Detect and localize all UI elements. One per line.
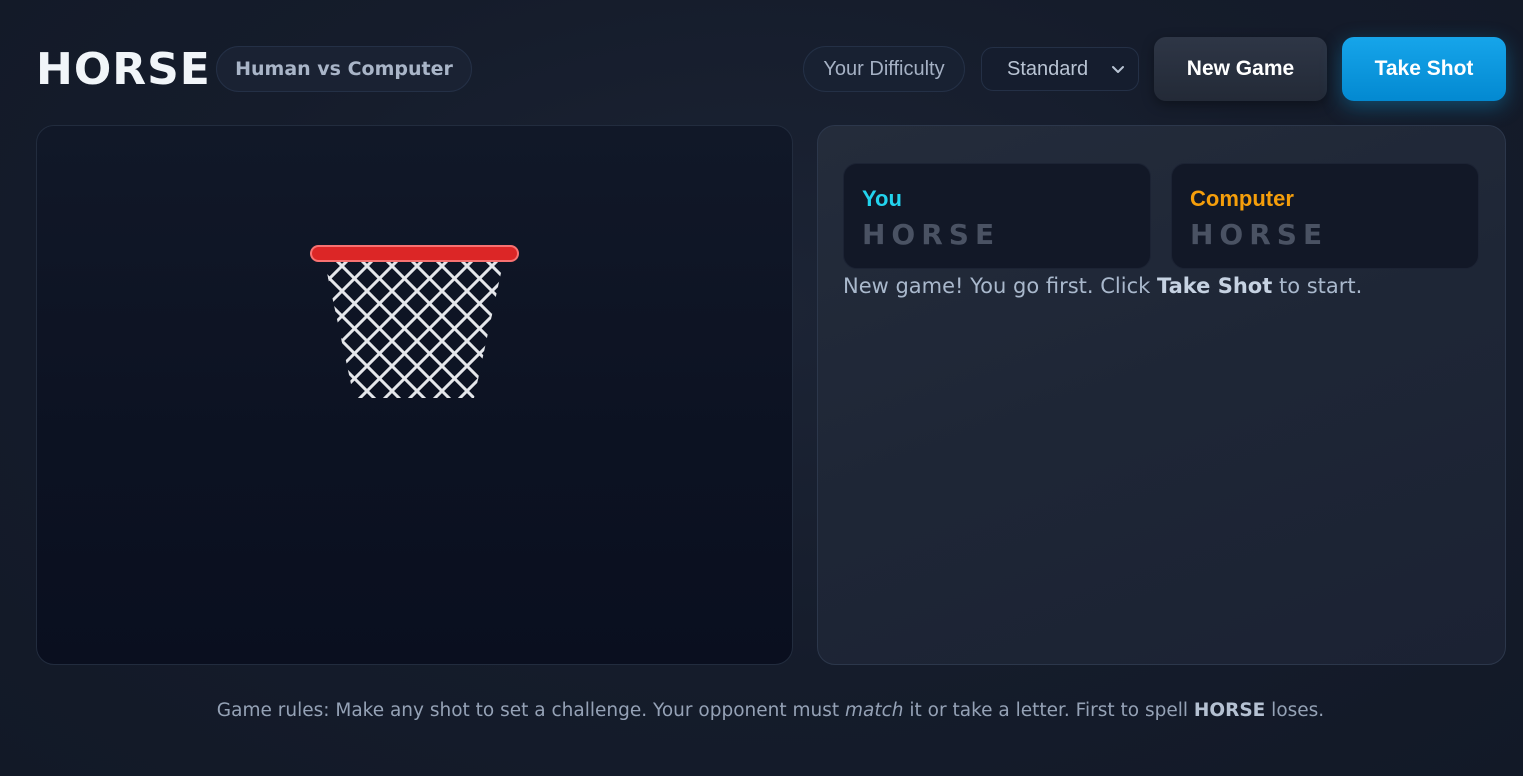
status-message: New game! You go first. Click Take Shot … bbox=[843, 274, 1362, 298]
rules-match: match bbox=[845, 700, 904, 721]
player-card-computer: Computer HORSE bbox=[1171, 163, 1479, 269]
mode-badge: Human vs Computer bbox=[216, 46, 472, 92]
rules-part3: loses. bbox=[1265, 700, 1325, 721]
rules-part2: it or take a letter. First to spell bbox=[903, 700, 1194, 721]
rules-horse: HORSE bbox=[1193, 700, 1266, 721]
status-suffix: to start. bbox=[1272, 274, 1363, 298]
player-card-you: You HORSE bbox=[843, 163, 1151, 269]
player-letters-computer: HORSE bbox=[1190, 218, 1329, 251]
basketball-hoop bbox=[310, 245, 519, 398]
game-title: HORSE bbox=[36, 44, 211, 95]
header: HORSE Human vs Computer Your Difficulty … bbox=[0, 0, 1523, 125]
difficulty-select[interactable]: Standard bbox=[981, 47, 1139, 91]
hoop-rim bbox=[310, 245, 519, 262]
game-rules: Game rules: Make any shot to set a chall… bbox=[0, 700, 1523, 721]
rules-part1: Game rules: Make any shot to set a chall… bbox=[216, 700, 845, 721]
difficulty-value: Standard bbox=[1007, 57, 1089, 80]
difficulty-label: Your Difficulty bbox=[803, 46, 965, 92]
new-game-button[interactable]: New Game bbox=[1154, 37, 1327, 101]
player-letters-you: HORSE bbox=[862, 218, 1001, 251]
chevron-down-icon bbox=[1112, 66, 1124, 73]
player-name-you: You bbox=[862, 186, 902, 211]
status-emphasis: Take Shot bbox=[1156, 274, 1273, 298]
scoreboard-panel: You HORSE Computer HORSE New game! You g… bbox=[817, 125, 1506, 665]
hoop-net bbox=[324, 259, 504, 398]
status-prefix: New game! You go first. Click bbox=[843, 274, 1157, 298]
court-canvas[interactable] bbox=[36, 125, 793, 665]
take-shot-button[interactable]: Take Shot bbox=[1342, 37, 1506, 101]
player-name-computer: Computer bbox=[1190, 186, 1294, 211]
